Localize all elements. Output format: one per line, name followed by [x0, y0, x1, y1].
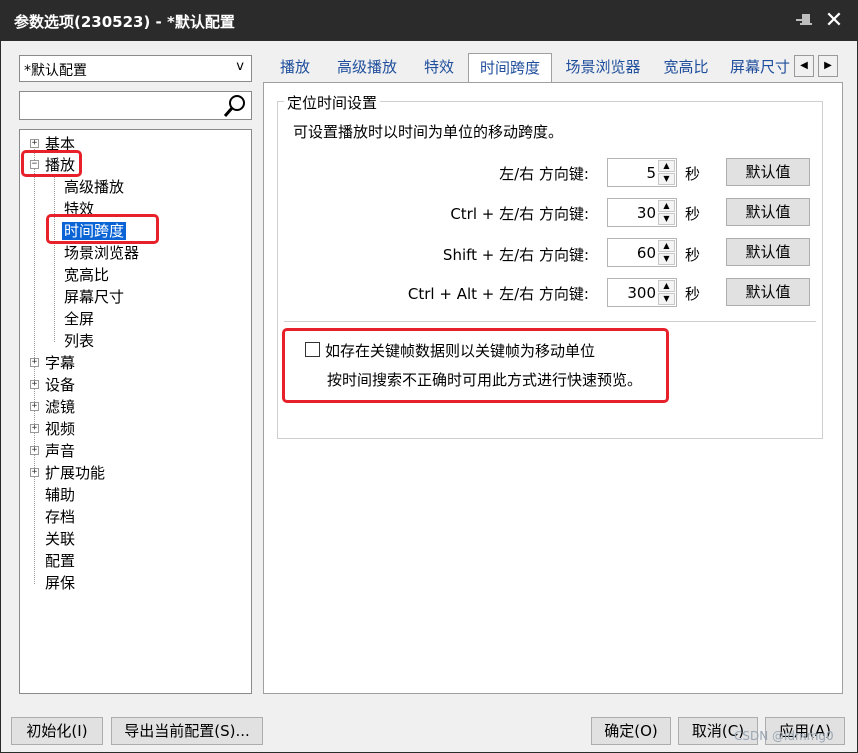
stepper-up-icon[interactable]: ▲: [658, 280, 675, 292]
highlight-box-keyframe: [282, 328, 669, 403]
unit-label: 秒: [685, 205, 701, 223]
tree-item-label: 配置: [45, 552, 76, 570]
group-description: 可设置播放时以时间为单位的移动跨度。: [293, 123, 564, 141]
default-button[interactable]: 默认值: [726, 198, 810, 226]
chevron-down-icon: v: [236, 59, 244, 74]
tree-item-label: 屏保: [45, 574, 76, 592]
tree-item-label: 视频: [45, 420, 76, 438]
stepper-down-icon[interactable]: ▼: [658, 253, 675, 265]
stepper-buttons: ▲ ▼: [658, 280, 675, 305]
title-bar[interactable]: 参数选项(230523) - *默认配置 ✕: [1, 1, 857, 41]
default-button[interactable]: 默认值: [726, 238, 810, 266]
stepper-down-icon[interactable]: ▼: [658, 213, 675, 225]
row-label: 左/右 方向键:: [499, 165, 589, 183]
tab-time-span[interactable]: 时间跨度: [468, 53, 552, 84]
tree-item-label: 声音: [45, 442, 76, 460]
tree-item-advanced-playback[interactable]: 高级播放: [64, 177, 124, 197]
tree-item-label: 全屏: [64, 310, 95, 328]
divider: [284, 321, 816, 322]
preset-select[interactable]: *默认配置 v: [19, 55, 252, 82]
tree-item-label: 扩展功能: [45, 464, 106, 482]
tree-item-label: 宽高比: [64, 266, 110, 284]
expand-icon[interactable]: +: [30, 380, 39, 389]
stepper-up-icon[interactable]: ▲: [658, 200, 675, 212]
tree-item-label: 列表: [64, 332, 95, 350]
tree-item-label: 辅助: [45, 486, 76, 504]
tab-advanced-playback[interactable]: 高级播放: [329, 53, 405, 81]
window-title: 参数选项(230523) - *默认配置: [14, 13, 235, 31]
default-button[interactable]: 默认值: [726, 278, 810, 306]
expand-icon[interactable]: +: [30, 139, 39, 148]
tree-item-label: 屏幕尺寸: [64, 288, 125, 306]
seek-shift-stepper[interactable]: 60 ▲ ▼: [607, 238, 677, 267]
expand-icon[interactable]: +: [30, 468, 39, 477]
expand-icon[interactable]: +: [30, 446, 39, 455]
tab-playback[interactable]: 播放: [271, 53, 319, 81]
default-button[interactable]: 默认值: [726, 158, 810, 186]
row-label: Ctrl + 左/右 方向键:: [450, 205, 589, 223]
tree-item-list[interactable]: 列表: [64, 331, 94, 351]
highlight-box-time-span: [46, 214, 159, 244]
pin-icon[interactable]: [793, 9, 817, 33]
stepper-up-icon[interactable]: ▲: [658, 160, 675, 172]
tab-scroll-left-icon[interactable]: ◀: [794, 55, 814, 77]
row-label: Shift + 左/右 方向键:: [442, 246, 589, 264]
stepper-value: 60: [636, 244, 656, 262]
tree-item-assist[interactable]: 辅助: [45, 485, 75, 505]
search-input[interactable]: [19, 91, 252, 120]
expand-icon[interactable]: +: [30, 358, 39, 367]
tab-aspect-ratio[interactable]: 宽高比: [655, 53, 717, 81]
tree-guide: [54, 174, 55, 342]
init-button[interactable]: 初始化(I): [11, 717, 103, 745]
export-config-button[interactable]: 导出当前配置(S)...: [111, 717, 263, 745]
preset-value: *默认配置: [24, 63, 87, 79]
tab-effects[interactable]: 特效: [417, 53, 461, 81]
tree-item-archive[interactable]: 存档: [45, 507, 75, 527]
seek-arrow-stepper[interactable]: 5 ▲ ▼: [607, 158, 677, 187]
tree-item-label: 高级播放: [64, 178, 125, 196]
ok-button[interactable]: 确定(O): [591, 717, 671, 745]
stepper-up-icon[interactable]: ▲: [658, 240, 675, 252]
tree-item-association[interactable]: 关联: [45, 529, 75, 549]
search-icon[interactable]: [222, 93, 248, 119]
tree-item-label: 设备: [45, 376, 76, 394]
unit-label: 秒: [685, 285, 701, 303]
stepper-down-icon[interactable]: ▼: [658, 293, 675, 305]
stepper-value: 30: [636, 204, 656, 222]
unit-label: 秒: [685, 246, 701, 264]
tree-item-screen-size[interactable]: 屏幕尺寸: [64, 287, 124, 307]
tab-scroll-right-icon[interactable]: ▶: [818, 55, 838, 77]
stepper-buttons: ▲ ▼: [658, 160, 675, 185]
tree-item-fullscreen[interactable]: 全屏: [64, 309, 94, 329]
stepper-buttons: ▲ ▼: [658, 200, 675, 225]
stepper-value: 300: [627, 284, 656, 302]
stepper-down-icon[interactable]: ▼: [658, 173, 675, 185]
tree-item-label: 滤镜: [45, 398, 76, 416]
expand-icon[interactable]: +: [30, 402, 39, 411]
watermark: CSDN @ldmmg0: [734, 729, 834, 743]
stepper-buttons: ▲ ▼: [658, 240, 675, 265]
highlight-box-playback: [21, 150, 82, 177]
seek-ctrl-stepper[interactable]: 30 ▲ ▼: [607, 198, 677, 227]
tree-item-aspect-ratio[interactable]: 宽高比: [64, 265, 109, 285]
stepper-value: 5: [646, 164, 656, 182]
tree-item-label: 场景浏览器: [64, 244, 140, 262]
expand-icon[interactable]: +: [30, 424, 39, 433]
tab-scene-browser[interactable]: 场景浏览器: [560, 53, 646, 81]
tree-item-label: 字幕: [45, 354, 76, 372]
tree-item-scene-browser[interactable]: 场景浏览器: [64, 243, 139, 263]
tab-screen-size[interactable]: 屏幕尺寸: [727, 53, 793, 81]
tree-item-config[interactable]: 配置: [45, 551, 75, 571]
close-icon[interactable]: ✕: [821, 7, 847, 35]
tree-item-screensaver[interactable]: 屏保: [45, 573, 75, 593]
unit-label: 秒: [685, 165, 701, 183]
tree-item-label: 存档: [45, 508, 76, 526]
preferences-window: 参数选项(230523) - *默认配置 ✕ *默认配置 v + 基本 − 播放…: [0, 0, 858, 753]
seek-ctrl-alt-stepper[interactable]: 300 ▲ ▼: [607, 278, 677, 307]
row-label: Ctrl + Alt + 左/右 方向键:: [407, 285, 589, 303]
tree-item-label: 关联: [45, 530, 76, 548]
group-title: 定位时间设置: [284, 92, 381, 113]
